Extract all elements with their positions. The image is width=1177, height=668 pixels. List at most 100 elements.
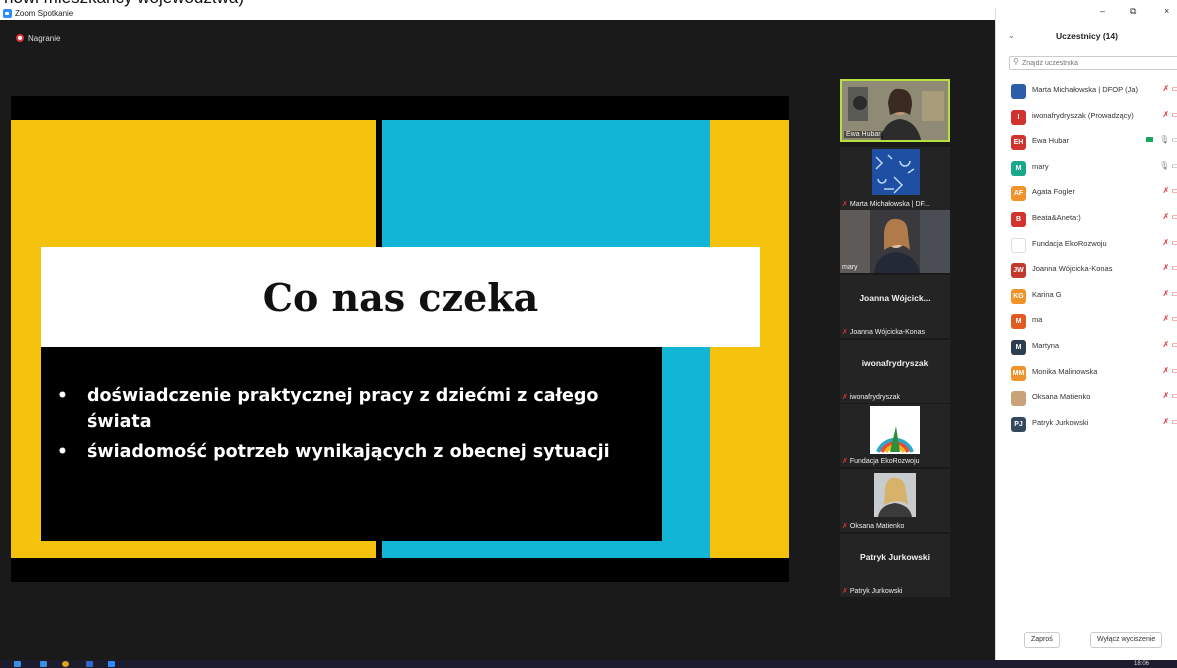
invite-button[interactable]: Zaproś	[1024, 632, 1060, 648]
participant-name: Agata Fogler	[1032, 187, 1075, 197]
screen: nowi mieszkańcy województwa) Zoom Spotka…	[0, 0, 1177, 668]
participant-row[interactable]: JW Joanna Wójcicka-Konas ✗ ▭	[1009, 259, 1177, 285]
chrome-icon[interactable]	[62, 661, 69, 667]
participant-row[interactable]: B Beata&Aneta:) ✗ ▭	[1009, 208, 1177, 234]
muted-mic-icon: ✗ ▭	[1162, 314, 1177, 324]
video-tile-fundacja[interactable]: ✗ Fundacja EkoRozwoju	[840, 404, 950, 467]
minimize-button[interactable]: –	[1100, 6, 1105, 16]
video-tile-name-text: Fundacja EkoRozwoju	[849, 458, 920, 465]
recording-indicator[interactable]: Nagranie	[16, 32, 60, 44]
outlook-icon[interactable]	[86, 661, 93, 667]
muted-mic-icon: ✗ ▭	[1162, 339, 1177, 349]
video-tile-name-text: Oksana Matienko	[849, 523, 905, 530]
participant-row[interactable]: PJ Patryk Jurkowski ✗ ▭	[1009, 413, 1177, 439]
video-tile-oksana[interactable]: ✗ Oksana Matienko	[840, 469, 950, 532]
search-input[interactable]	[1022, 58, 1172, 69]
avatar: MM	[1011, 365, 1026, 381]
participant-row[interactable]: Oksana Matienko ✗ ▭	[1009, 387, 1177, 413]
avatar: I	[1011, 109, 1026, 125]
participant-name: mary	[1032, 161, 1049, 171]
video-tile-name: ✗ Patryk Jurkowski	[842, 587, 902, 595]
video-tile-name: ✗ Joanna Wójcicka-Konas	[842, 328, 925, 336]
video-tile-name: mary	[842, 264, 858, 271]
participant-name: Beata&Aneta:)	[1032, 212, 1081, 222]
participant-row[interactable]: Iiwonafrydryszak (Prowadzący) ✗ ▭	[1009, 106, 1177, 132]
participant-name: Ewa Hubar	[1032, 136, 1070, 146]
video-tile-name: ✗ Marta Michałowska | DF...	[842, 200, 930, 208]
zoom-taskbar-icon[interactable]	[108, 661, 115, 667]
participant-name: Monika Malinowska	[1032, 366, 1098, 376]
participant-search[interactable]: ⚲	[1009, 56, 1177, 70]
avatar: EH	[1011, 135, 1026, 151]
muted-mic-icon: ✗ ▭	[1162, 288, 1177, 298]
unmute-all-button[interactable]: Wyłącz wyciszenie	[1090, 632, 1163, 648]
maximize-button[interactable]: ⧉	[1130, 6, 1136, 17]
video-tile-iwona[interactable]: iwonafrydryszak ✗ iwonafrydryszak	[840, 340, 950, 403]
panel-footer: Zaproś Wyłącz wyciszenie	[996, 632, 1177, 652]
muted-mic-icon: ✗ ▭	[1162, 237, 1177, 247]
window-controls: – ⧉ ×	[996, 6, 1177, 20]
video-tile-marta[interactable]: ✗ Marta Michałowska | DF...	[840, 147, 950, 210]
video-tile-center-name: iwonafrydryszak	[861, 358, 929, 368]
explorer-icon[interactable]	[40, 661, 47, 667]
video-tile-center-name: Patryk Jurkowski	[860, 552, 930, 562]
close-button[interactable]: ×	[1164, 6, 1169, 16]
participant-list: Marta Michałowska | DFOP (Ja) ✗ ▭ Iiwonafr…	[1009, 80, 1177, 438]
video-tile-mary[interactable]: mary	[840, 210, 950, 273]
video-tile-joanna[interactable]: Joanna Wójcick... ✗ Joanna Wójcicka-Konas	[840, 275, 950, 338]
muted-mic-icon: ✗	[842, 329, 848, 336]
window-title: Zoom Spotkanie	[15, 9, 74, 18]
avatar: M	[1011, 160, 1026, 176]
muted-mic-icon: ✗ ▭	[1162, 263, 1177, 273]
system-clock[interactable]: 18:06	[1134, 660, 1149, 668]
video-tile-name: ✗ Oksana Matienko	[842, 522, 904, 530]
avatar: M	[1011, 339, 1026, 355]
avatar	[1011, 84, 1026, 99]
slide-bullet: doświadczenie praktycznej pracy z dziećm…	[55, 383, 655, 435]
muted-mic-icon: ✗	[842, 588, 848, 595]
muted-mic-icon: ✗	[842, 523, 848, 530]
participant-row[interactable]: AF Agata Fogler ✗ ▭	[1009, 182, 1177, 208]
recording-label: Nagranie	[28, 33, 61, 43]
avatar: AF	[1011, 186, 1026, 202]
zoom-app-icon	[3, 9, 12, 18]
participant-row[interactable]: Mma ✗ ▭	[1009, 310, 1177, 336]
participant-name: Karina G	[1032, 289, 1062, 299]
video-tile-name-text: Patryk Jurkowski	[849, 588, 903, 595]
participant-row[interactable]: Fundacja EkoRozwoju ✗ ▭	[1009, 234, 1177, 260]
participant-row[interactable]: EH Ewa Hubar 🎙 ▭	[1009, 131, 1177, 157]
slide-bullet: świadomość potrzeb wynikających z obecne…	[55, 439, 655, 465]
avatar: PJ	[1011, 416, 1026, 432]
avatar: KG	[1011, 288, 1026, 304]
participants-panel: – ⧉ × ⌄ Uczestnicy (14) ⚲ Marta Michałow…	[995, 6, 1177, 660]
participant-name: iwonafrydryszak (Prowadzący)	[1032, 110, 1134, 120]
video-tile-name-text: iwonafrydryszak	[849, 394, 901, 401]
participant-name: Martyna	[1032, 340, 1060, 350]
video-tile-name: Ewa Hubar	[844, 131, 883, 138]
avatar: JW	[1011, 263, 1026, 279]
camera-icon	[1146, 137, 1154, 143]
window-titlebar: Zoom Spotkanie	[0, 8, 995, 20]
video-tile-ewa-hubar[interactable]: Ewa Hubar	[840, 79, 950, 142]
cropped-document-text: nowi mieszkańcy województwa)	[0, 0, 1177, 8]
slide-bullet-list: doświadczenie praktycznej pracy z dziećm…	[55, 383, 655, 469]
muted-mic-icon: ✗ ▭	[1162, 365, 1177, 375]
cropped-text: nowi mieszkańcy województwa)	[4, 0, 244, 8]
participant-row[interactable]: M Martyna ✗ ▭	[1009, 336, 1177, 362]
muted-mic-icon: ✗	[842, 201, 848, 208]
muted-mic-icon: ✗	[842, 458, 848, 465]
participant-row[interactable]: Mmary 🎙 ▭	[1009, 157, 1177, 183]
muted-mic-icon: ✗	[842, 394, 848, 401]
participant-name: Fundacja EkoRozwoju	[1032, 238, 1107, 248]
avatar: B	[1011, 211, 1026, 227]
participant-name: Joanna Wójcicka-Konas	[1032, 264, 1113, 274]
video-tile-patryk[interactable]: Patryk Jurkowski ✗ Patryk Jurkowski	[840, 534, 950, 597]
participant-row[interactable]: Marta Michałowska | DFOP (Ja) ✗ ▭	[1009, 80, 1177, 106]
video-on-icon: 🎙 ▭	[1146, 135, 1177, 144]
participant-name: ma	[1032, 315, 1043, 325]
windows-start-icon[interactable]	[14, 661, 21, 667]
shared-screen-slide: Co nas czeka doświadczenie praktycznej p…	[11, 96, 789, 582]
participant-row[interactable]: KG Karina G ✗ ▭	[1009, 285, 1177, 311]
avatar: M	[1011, 314, 1026, 330]
participant-row[interactable]: MM Monika Malinowska ✗ ▭	[1009, 362, 1177, 388]
